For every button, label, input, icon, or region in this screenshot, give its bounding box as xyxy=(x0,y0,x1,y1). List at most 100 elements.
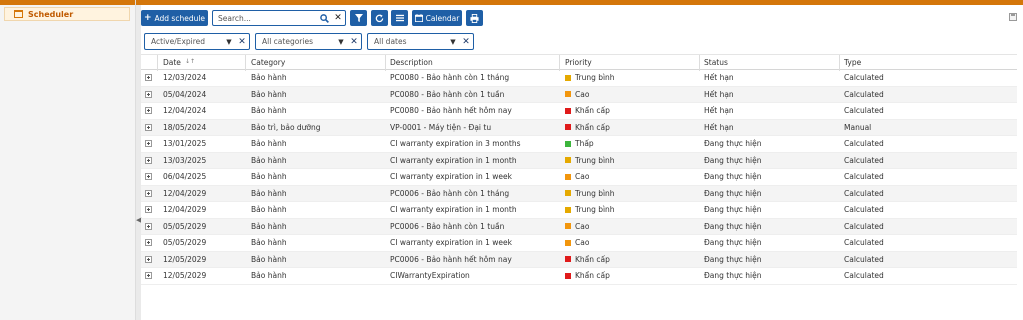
expand-row-icon[interactable] xyxy=(145,202,152,218)
cell-description: PC0006 - Bảo hành hết hôm nay xyxy=(390,254,512,264)
table-row[interactable]: 12/05/2029 Bảo hành PC0006 - Bảo hành hết … xyxy=(141,251,1017,268)
cell-type: Calculated xyxy=(844,155,884,165)
top-accent-bar xyxy=(0,0,1023,5)
cell-category: Bảo hành xyxy=(251,89,287,99)
refresh-button[interactable] xyxy=(371,10,388,26)
sidebar-item-label: Scheduler xyxy=(28,9,74,19)
refresh-icon xyxy=(375,13,384,22)
search-icon[interactable] xyxy=(317,11,331,25)
chevron-down-icon[interactable]: ▼ xyxy=(447,38,459,46)
cell-category: Bảo hành xyxy=(251,205,287,215)
date-filter-value: All dates xyxy=(374,37,407,46)
category-filter-value: All categories xyxy=(262,37,313,46)
clear-status-filter-icon[interactable]: ✕ xyxy=(235,37,249,47)
save-layout-icon[interactable] xyxy=(1009,13,1017,21)
cell-type: Calculated xyxy=(844,254,884,264)
table-row[interactable]: 12/03/2024 Bảo hành PC0080 - Bảo hành còn … xyxy=(141,70,1017,87)
cell-description: CI warranty expiration in 1 week xyxy=(390,172,512,182)
cell-date: 13/01/2025 xyxy=(163,139,207,149)
print-button[interactable] xyxy=(466,10,483,26)
search-input[interactable]: Search... xyxy=(213,14,317,23)
cell-status: Hết hạn xyxy=(704,89,734,99)
table-row[interactable]: 12/04/2029 Bảo hành PC0006 - Bảo hành còn … xyxy=(141,185,1017,202)
cell-priority: Thấp xyxy=(565,136,594,152)
chevron-down-icon[interactable]: ▼ xyxy=(335,38,347,46)
search-box[interactable]: Search... ✕ xyxy=(212,10,346,26)
cell-description: VP-0001 - Máy tiện - Đại tu xyxy=(390,122,492,132)
column-header-priority[interactable]: Priority xyxy=(565,55,592,69)
cell-status: Hết hạn xyxy=(704,73,734,83)
expand-row-icon[interactable] xyxy=(145,70,152,86)
cell-status: Đang thực hiện xyxy=(704,188,762,198)
expand-row-icon[interactable] xyxy=(145,186,152,202)
cell-status: Đang thực hiện xyxy=(704,205,762,215)
sidebar-item-scheduler[interactable]: Scheduler xyxy=(4,7,130,21)
chevron-down-icon[interactable]: ▼ xyxy=(223,38,235,46)
column-header-description[interactable]: Description xyxy=(390,55,433,69)
status-filter[interactable]: Active/Expired ▼ ✕ xyxy=(144,33,250,50)
table-row[interactable]: 12/04/2024 Bảo hành PC0080 - Bảo hành hết … xyxy=(141,103,1017,120)
cell-category: Bảo hành xyxy=(251,155,287,165)
priority-indicator xyxy=(565,124,571,131)
priority-label: Khẩn cấp xyxy=(575,106,610,116)
expand-row-icon[interactable] xyxy=(145,120,152,136)
clear-category-filter-icon[interactable]: ✕ xyxy=(347,37,361,47)
priority-label: Khẩn cấp xyxy=(575,122,610,132)
list-view-button[interactable] xyxy=(391,10,408,26)
sort-icon[interactable]: ↓↑ xyxy=(185,59,195,65)
cell-category: Bảo hành xyxy=(251,238,287,248)
cell-type: Calculated xyxy=(844,89,884,99)
cell-description: PC0080 - Bảo hành còn 1 tuần xyxy=(390,89,505,99)
category-filter[interactable]: All categories ▼ ✕ xyxy=(255,33,362,50)
priority-label: Trung bình xyxy=(575,73,615,83)
cell-type: Calculated xyxy=(844,205,884,215)
cell-date: 13/03/2025 xyxy=(163,155,207,165)
cell-category: Bảo hành xyxy=(251,106,287,116)
expand-row-icon[interactable] xyxy=(145,103,152,119)
expand-row-icon[interactable] xyxy=(145,235,152,251)
column-header-date[interactable]: Date ↓↑ xyxy=(163,55,195,69)
cell-date: 05/04/2024 xyxy=(163,89,207,99)
priority-indicator xyxy=(565,272,571,279)
table-row[interactable]: 05/05/2029 Bảo hành PC0006 - Bảo hành còn … xyxy=(141,218,1017,235)
cell-description: CI warranty expiration in 1 month xyxy=(390,205,517,215)
expand-row-icon[interactable] xyxy=(145,87,152,103)
cell-description: PC0006 - Bảo hành còn 1 tháng xyxy=(390,188,510,198)
cell-description: PC0006 - Bảo hành còn 1 tuần xyxy=(390,221,505,231)
cell-priority: Trung bình xyxy=(565,70,615,86)
expand-row-icon[interactable] xyxy=(145,153,152,169)
table-row[interactable]: 13/01/2025 Bảo hành CI warranty expiration… xyxy=(141,136,1017,153)
date-filter[interactable]: All dates ▼ ✕ xyxy=(367,33,474,50)
priority-indicator xyxy=(565,206,571,213)
table-row[interactable]: 12/04/2029 Bảo hành CI warranty expiration… xyxy=(141,202,1017,219)
priority-label: Trung bình xyxy=(575,188,615,198)
table-row[interactable]: 12/05/2029 Bảo hành CIWarrantyExpiration Kh… xyxy=(141,268,1017,285)
expand-row-icon[interactable] xyxy=(145,268,152,284)
cell-category: Bảo hành xyxy=(251,221,287,231)
cell-priority: Trung bình xyxy=(565,186,615,202)
priority-indicator xyxy=(565,107,571,114)
table-row[interactable]: 06/04/2025 Bảo hành CI warranty expiration… xyxy=(141,169,1017,186)
cell-description: PC0080 - Bảo hành còn 1 tháng xyxy=(390,73,510,83)
add-schedule-button[interactable]: + Add schedule xyxy=(141,10,208,26)
table-row[interactable]: 05/05/2029 Bảo hành CI warranty expiration… xyxy=(141,235,1017,252)
expand-row-icon[interactable] xyxy=(145,169,152,185)
calendar-icon xyxy=(14,10,23,18)
column-header-type[interactable]: Type xyxy=(844,55,861,69)
cell-status: Đang thực hiện xyxy=(704,155,762,165)
table-row[interactable]: 05/04/2024 Bảo hành PC0080 - Bảo hành còn … xyxy=(141,86,1017,103)
table-row[interactable]: 13/03/2025 Bảo hành CI warranty expiration… xyxy=(141,152,1017,169)
cell-category: Bảo hành xyxy=(251,172,287,182)
table-row[interactable]: 18/05/2024 Bảo trì, bảo dưỡng VP-0001 - Má… xyxy=(141,119,1017,136)
column-header-status[interactable]: Status xyxy=(704,55,728,69)
expand-row-icon[interactable] xyxy=(145,252,152,268)
cell-status: Đang thực hiện xyxy=(704,271,762,281)
filter-button[interactable] xyxy=(350,10,367,26)
cell-category: Bảo hành xyxy=(251,73,287,83)
clear-date-filter-icon[interactable]: ✕ xyxy=(459,37,473,47)
column-header-category[interactable]: Category xyxy=(251,55,285,69)
calendar-button[interactable]: Calendar xyxy=(412,10,462,26)
expand-row-icon[interactable] xyxy=(145,136,152,152)
clear-search-icon[interactable]: ✕ xyxy=(331,13,345,23)
expand-row-icon[interactable] xyxy=(145,219,152,235)
